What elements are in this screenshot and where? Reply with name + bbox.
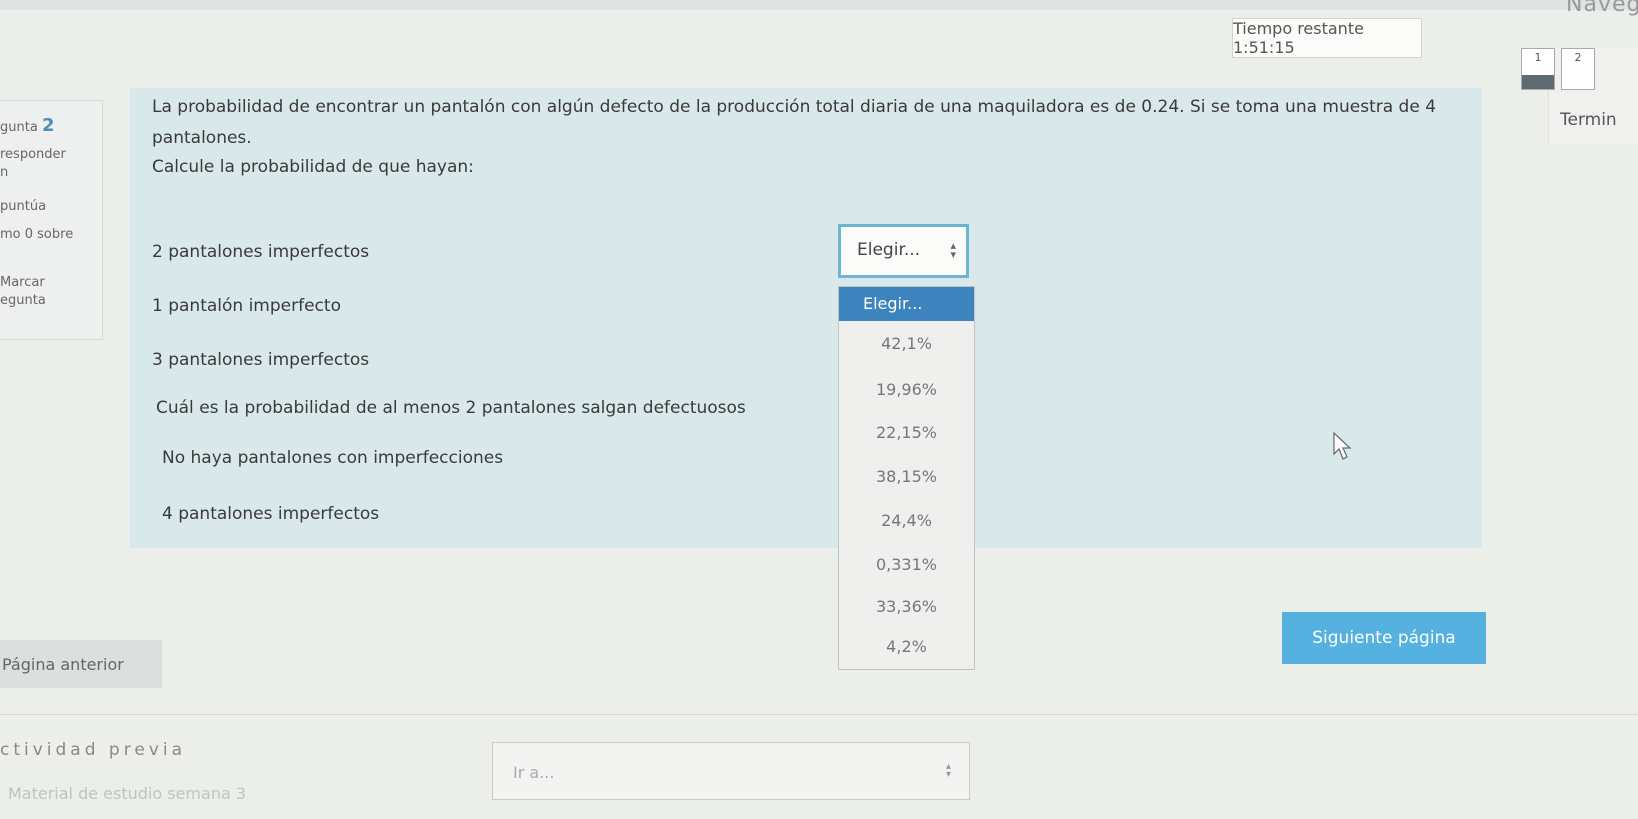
select-arrows-icon: ▴ ▾ xyxy=(950,239,956,261)
answer-select[interactable]: Elegir... ▴ ▾ xyxy=(838,224,969,278)
match-item-2: 1 pantalón imperfecto xyxy=(152,296,341,316)
question-number: 2 xyxy=(41,115,55,136)
dropdown-option[interactable]: 4,2% xyxy=(839,637,974,656)
question-info-panel: gunta 2 responder n puntúa mo 0 sobre Ma… xyxy=(0,100,103,340)
answer-dropdown-list: Elegir... 42,1% 19,96% 22,15% 38,15% 24,… xyxy=(838,286,975,670)
previous-activity-link[interactable]: Material de estudio semana 3 xyxy=(8,784,246,803)
answered-indicator xyxy=(1522,75,1554,89)
quiz-navigation-title: Naveg xyxy=(1566,0,1638,17)
mouse-cursor-icon xyxy=(1333,432,1352,460)
timer-text: Tiempo restante 1:51:15 xyxy=(1233,19,1364,57)
match-item-3: 3 pantalones imperfectos xyxy=(152,350,370,370)
question-score: puntúa xyxy=(0,199,47,214)
match-item-5: No haya pantalones con imperfecciones xyxy=(162,448,504,468)
question-nav-button-2[interactable]: 2 xyxy=(1561,48,1595,90)
match-item-6: 4 pantalones imperfectos xyxy=(162,504,380,524)
previous-activity-label: ctividad previa xyxy=(0,740,186,760)
dropdown-option[interactable]: 33,36% xyxy=(839,597,974,616)
dropdown-option[interactable]: 19,96% xyxy=(839,380,974,399)
question-nav-number: 1 xyxy=(1534,51,1542,64)
top-strip xyxy=(0,0,1638,10)
timer-box: Tiempo restante 1:51:15 xyxy=(1232,18,1422,58)
next-page-label: Siguiente página xyxy=(1312,628,1456,648)
question-subtext: Calcule la probabilidad de que hayan: xyxy=(152,157,474,177)
finish-attempt-link[interactable]: Termin xyxy=(1560,110,1617,130)
match-item-4: Cuál es la probabilidad de al menos 2 pa… xyxy=(156,398,746,418)
footer-divider xyxy=(0,714,1638,715)
question-nav-number: 2 xyxy=(1574,51,1582,64)
question-status: responder xyxy=(0,147,66,162)
jump-to-select[interactable]: Ir a... ▴ ▾ xyxy=(492,742,970,800)
question-text: La probabilidad de encontrar un pantalón… xyxy=(152,97,1437,148)
next-page-button[interactable]: Siguiente página xyxy=(1282,612,1486,664)
dropdown-option[interactable]: Elegir... xyxy=(839,287,974,321)
question-status-line: n xyxy=(0,165,9,180)
dropdown-option[interactable]: 0,331% xyxy=(839,555,974,574)
match-item-1: 2 pantalones imperfectos xyxy=(152,242,370,262)
question-nav-button-1[interactable]: 1 xyxy=(1521,48,1555,90)
dropdown-option[interactable]: 42,1% xyxy=(839,334,974,353)
flag-question-link[interactable]: Marcar xyxy=(0,275,45,290)
question-score-max: mo 0 sobre xyxy=(0,227,74,242)
question-number-label: gunta 2 xyxy=(0,115,55,136)
previous-page-label: Página anterior xyxy=(2,654,124,674)
dropdown-option[interactable]: 38,15% xyxy=(839,467,974,486)
flag-question-link-line2[interactable]: egunta xyxy=(0,293,46,308)
answer-select-value: Elegir... xyxy=(857,240,921,260)
previous-page-button[interactable]: Página anterior xyxy=(0,640,162,688)
select-arrows-icon: ▴ ▾ xyxy=(945,761,951,780)
jump-to-placeholder: Ir a... xyxy=(513,763,555,782)
dropdown-option[interactable]: 24,4% xyxy=(839,511,974,530)
dropdown-option[interactable]: 22,15% xyxy=(839,423,974,442)
